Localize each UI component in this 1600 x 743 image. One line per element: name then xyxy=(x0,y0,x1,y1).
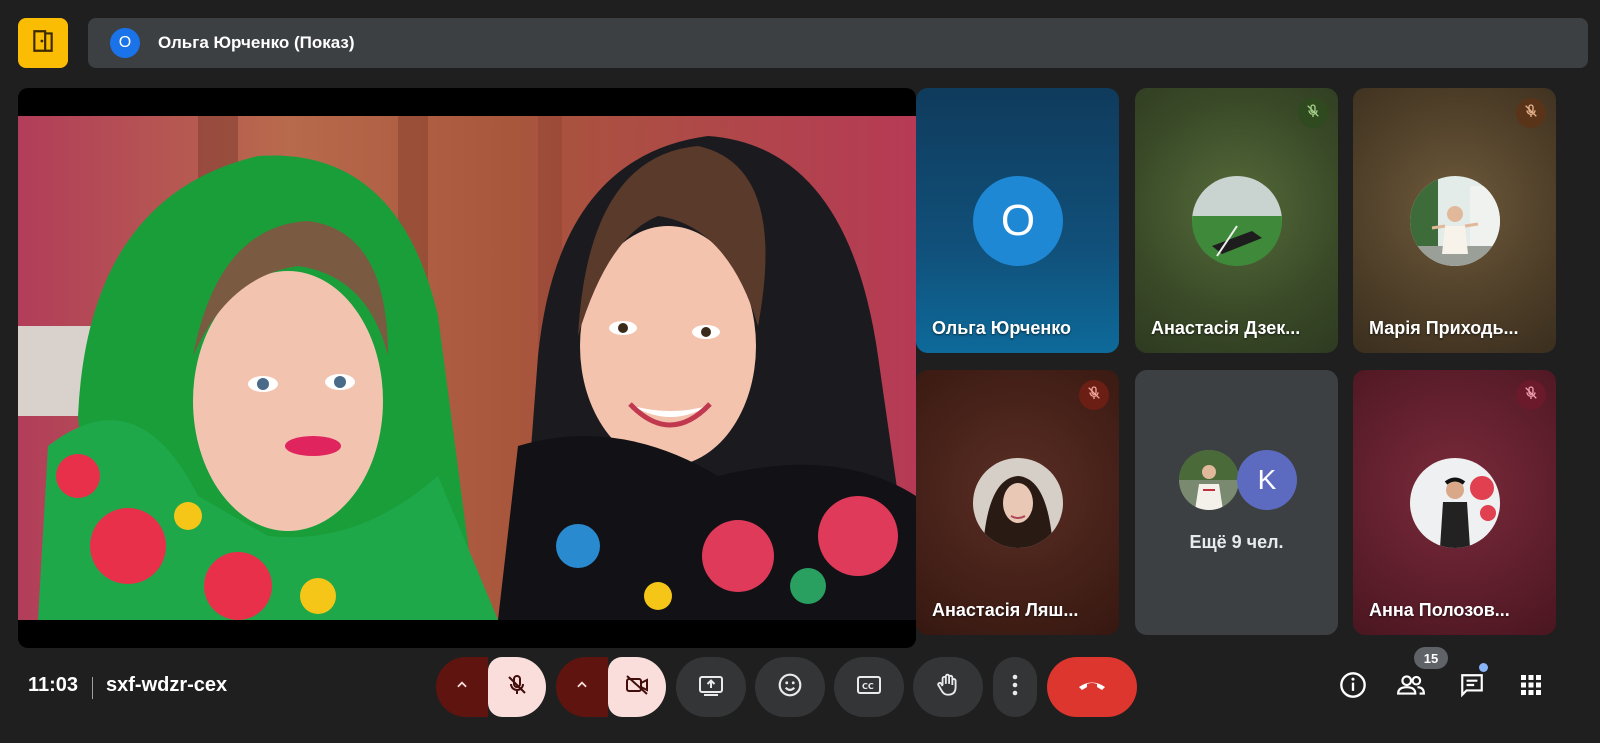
svg-text:CC: CC xyxy=(862,682,874,691)
more-vert-icon xyxy=(1012,674,1018,701)
presentation-view xyxy=(18,88,916,648)
mic-off-badge xyxy=(1516,380,1546,410)
camera-control-group xyxy=(556,657,666,717)
mic-off-badge xyxy=(1516,98,1546,128)
participant-tile[interactable]: Анастасія Дзек... xyxy=(1135,88,1338,353)
raise-hand-icon xyxy=(935,672,961,703)
camera-off-icon xyxy=(624,673,650,702)
captions-button[interactable]: CC xyxy=(834,657,904,717)
emoji-icon xyxy=(777,672,803,703)
presentation-photo xyxy=(18,116,916,620)
mic-off-icon xyxy=(505,673,529,702)
meeting-code: sxf-wdzr-cex xyxy=(106,674,228,696)
chat-notification-dot xyxy=(1479,663,1488,672)
mic-off-icon xyxy=(1086,385,1102,406)
more-participants-label: Ещё 9 чел. xyxy=(1189,532,1284,552)
participant-name: Анна Полозов... xyxy=(1369,600,1510,620)
presenter-label: Ольга Юрченко (Показ) xyxy=(158,33,355,52)
avatar xyxy=(973,458,1063,548)
presenter-avatar: О xyxy=(110,28,140,58)
avatar xyxy=(1410,176,1500,266)
more-options-button[interactable] xyxy=(993,657,1037,717)
participant-tile[interactable]: Анна Полозов... xyxy=(1353,370,1556,635)
clock: 11:03 xyxy=(28,674,79,696)
avatar xyxy=(1410,458,1500,548)
participant-tile[interactable]: Анастасія Ляш... xyxy=(916,370,1119,635)
chat-button[interactable] xyxy=(1454,669,1490,705)
door-icon xyxy=(30,28,56,59)
raise-hand-button[interactable] xyxy=(913,657,983,717)
captions-icon: CC xyxy=(856,674,882,701)
presenter-bar[interactable]: О Ольга Юрченко (Показ) xyxy=(88,18,1588,68)
participant-name: Ольга Юрченко xyxy=(932,318,1071,338)
participant-name: Анастасія Ляш... xyxy=(932,600,1079,620)
participant-count-badge: 15 xyxy=(1414,647,1448,669)
chevron-up-icon xyxy=(455,678,469,697)
end-call-icon xyxy=(1077,678,1107,697)
end-call-button[interactable] xyxy=(1047,657,1137,717)
meeting-info-button[interactable] xyxy=(1335,669,1371,705)
mic-off-icon xyxy=(1305,103,1321,124)
emoji-reaction-button[interactable] xyxy=(755,657,825,717)
mic-off-badge xyxy=(1079,380,1109,410)
camera-toggle-button[interactable] xyxy=(608,657,666,717)
activities-button[interactable] xyxy=(1513,669,1549,705)
mic-off-icon xyxy=(1523,103,1539,124)
people-button[interactable] xyxy=(1393,669,1429,705)
apps-grid-icon xyxy=(1520,674,1542,701)
exit-app-button[interactable] xyxy=(18,18,68,68)
info-icon xyxy=(1339,671,1367,704)
avatar: О xyxy=(973,176,1063,266)
participant-name: Марія Приходь... xyxy=(1369,318,1519,338)
top-bar: О Ольга Юрченко (Показ) xyxy=(0,0,1600,80)
participant-tile[interactable]: Марія Приходь... xyxy=(1353,88,1556,353)
divider xyxy=(92,677,93,699)
avatar xyxy=(1179,450,1239,510)
avatar xyxy=(1192,176,1282,266)
mic-off-icon xyxy=(1523,385,1539,406)
audio-options-button[interactable] xyxy=(436,657,488,717)
more-participants-tile[interactable]: K Ещё 9 чел. xyxy=(1135,370,1338,635)
video-options-button[interactable] xyxy=(556,657,608,717)
chevron-up-icon xyxy=(575,678,589,697)
participant-tile[interactable]: О Ольга Юрченко xyxy=(916,88,1119,353)
bottom-bar: 11:03 sxf-wdzr-cex CC 15 xyxy=(0,647,1600,743)
chat-icon xyxy=(1459,672,1485,703)
present-screen-icon xyxy=(698,673,724,702)
mic-toggle-button[interactable] xyxy=(488,657,546,717)
participant-name: Анастасія Дзек... xyxy=(1151,318,1301,338)
present-screen-button[interactable] xyxy=(676,657,746,717)
mic-off-badge xyxy=(1298,98,1328,128)
people-icon xyxy=(1396,672,1426,703)
mic-control-group xyxy=(436,657,546,717)
avatar: K xyxy=(1237,450,1297,510)
